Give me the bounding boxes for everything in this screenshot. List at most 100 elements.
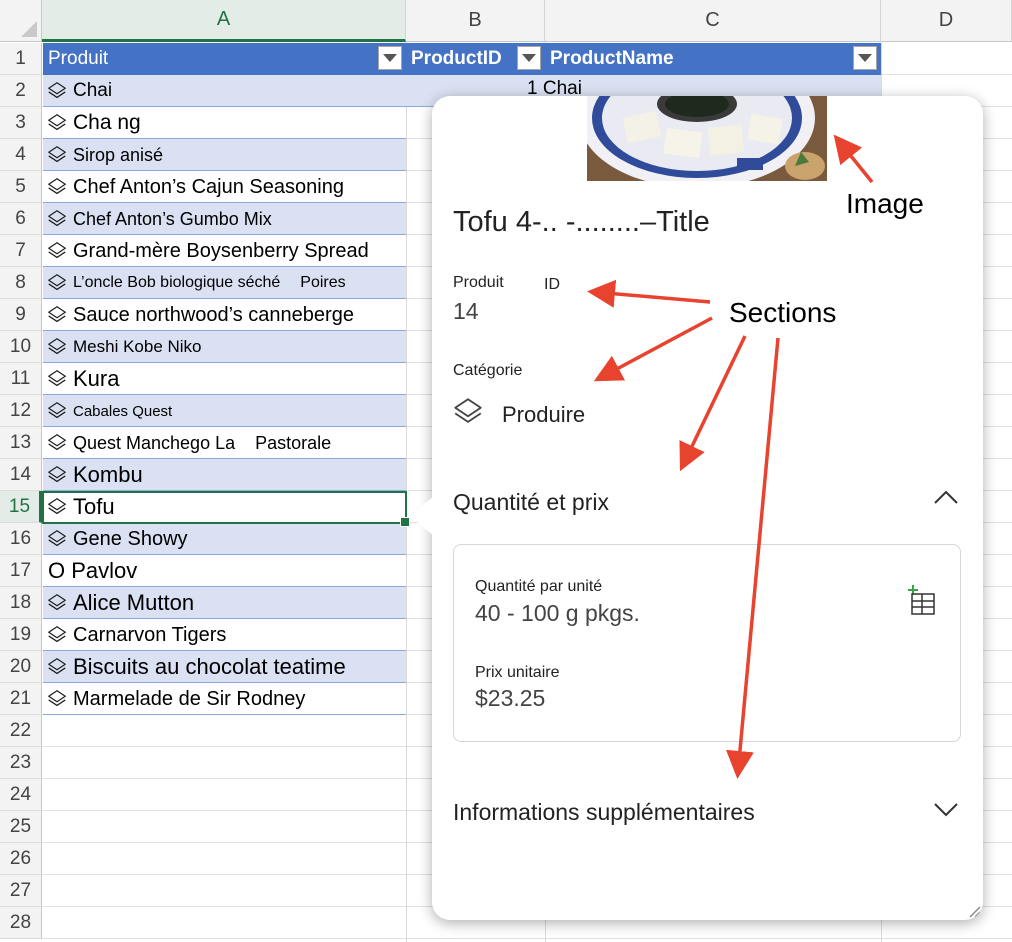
table-row[interactable]: Marmelade de Sir Rodney	[46, 683, 305, 715]
selected-cell-a15[interactable]	[42, 491, 410, 527]
annotation-image: Image	[846, 188, 924, 219]
row-header[interactable]: 11	[0, 363, 42, 395]
row-header[interactable]: 19	[0, 619, 42, 651]
row-header[interactable]: 9	[0, 299, 42, 331]
table-row[interactable]: Kombu	[46, 459, 143, 491]
table-row[interactable]: Chef Anton’s Gumbo Mix	[46, 203, 272, 235]
field-value-id: 14	[453, 298, 479, 324]
row-header[interactable]: 18	[0, 587, 42, 619]
field-label-produit: Produit	[453, 274, 504, 291]
row-header[interactable]: 4	[0, 139, 42, 171]
product-name: Alice Mutton	[73, 590, 195, 615]
table-row[interactable]: Grand-mère Boysenberry Spread	[46, 235, 369, 267]
product-name: Marmelade de Sir Rodney	[73, 687, 306, 710]
product-name: Cabales Quest	[73, 402, 173, 420]
row-header[interactable]: 16	[0, 523, 42, 555]
table-row[interactable]: Meshi Kobe Niko	[46, 331, 202, 363]
table-header-label: ProductName	[550, 48, 674, 69]
chevron-up-icon[interactable]	[932, 489, 960, 505]
layers-icon	[46, 464, 73, 486]
layers-icon	[46, 528, 73, 550]
row-header[interactable]: 24	[0, 779, 42, 811]
layers-icon	[46, 592, 73, 614]
table-header-produit[interactable]: Produit	[43, 43, 406, 75]
product-name: Meshi Kobe Niko	[73, 337, 202, 356]
layers-icon	[46, 624, 73, 646]
row-header[interactable]: 26	[0, 843, 42, 875]
layers-icon	[46, 176, 73, 198]
chevron-down-icon[interactable]	[932, 801, 960, 817]
table-row[interactable]: Cabales Quest	[46, 395, 172, 427]
resize-grip-icon[interactable]	[965, 902, 981, 918]
column-header-b[interactable]: B	[406, 0, 545, 42]
product-name: O Pavlov	[48, 558, 138, 583]
table-row[interactable]: Kura	[46, 363, 119, 395]
row-header[interactable]: 14	[0, 459, 42, 491]
column-header-c[interactable]: C	[545, 0, 881, 42]
table-row[interactable]: Biscuits au chocolat teatime	[46, 651, 346, 683]
select-all-corner[interactable]	[0, 0, 42, 42]
row-header[interactable]: 15	[0, 491, 42, 523]
layers-icon	[46, 144, 73, 166]
product-name: Biscuits au chocolat teatime	[73, 654, 346, 679]
row-header[interactable]: 25	[0, 811, 42, 843]
filter-dropdown-icon[interactable]	[517, 46, 541, 70]
product-name: L’oncle Bob biologique séché	[73, 274, 281, 291]
layers-icon	[46, 400, 73, 422]
section-header-quantite-prix[interactable]: Quantité et prix	[453, 489, 609, 516]
table-header-productname[interactable]: ProductName	[545, 43, 881, 75]
table-header-productid[interactable]: ProductID	[406, 43, 545, 75]
row-header[interactable]: 10	[0, 331, 42, 363]
table-row[interactable]: Sauce northwood’s canneberge	[46, 299, 354, 331]
annotation-sections: Sections	[729, 297, 837, 328]
quantite-prix-panel: Quantité par unité 40 - 100 g pkgs. Prix…	[453, 544, 961, 742]
row-header[interactable]: 28	[0, 907, 42, 939]
card-title: Tofu 4-.. -........–Title	[453, 206, 710, 238]
row-header[interactable]: 13	[0, 427, 42, 459]
row-header[interactable]: 8	[0, 267, 42, 299]
filter-dropdown-icon[interactable]	[378, 46, 402, 70]
column-header-a[interactable]: A	[42, 0, 406, 42]
layers-icon	[46, 112, 73, 134]
row-header[interactable]: 27	[0, 875, 42, 907]
product-name: Chef Anton’s Cajun Seasoning	[73, 175, 344, 198]
table-row[interactable]: Sirop anisé	[46, 139, 163, 171]
add-to-grid-icon[interactable]	[906, 584, 936, 616]
table-row[interactable]: Carnarvon Tigers	[46, 619, 226, 651]
table-row[interactable]: Gene Showy	[46, 523, 188, 555]
row-header[interactable]: 5	[0, 171, 42, 203]
layers-icon	[454, 398, 482, 423]
field-label-id: ID	[544, 276, 560, 293]
product-name: Chai	[73, 80, 113, 101]
table-row[interactable]: L’oncle Bob biologique séché Poires	[46, 267, 346, 299]
row-header[interactable]: 21	[0, 683, 42, 715]
column-header-d[interactable]: D	[881, 0, 1012, 42]
filter-dropdown-icon[interactable]	[853, 46, 877, 70]
layers-icon	[46, 240, 73, 262]
row-header[interactable]: 17	[0, 555, 42, 587]
product-name-extra: Pastorale	[255, 432, 332, 453]
row-header[interactable]: 23	[0, 747, 42, 779]
table-row[interactable]: Chef Anton’s Cajun Seasoning	[46, 171, 344, 203]
product-name: Grand-mère Boysenberry Spread	[73, 239, 369, 262]
row-header[interactable]: 22	[0, 715, 42, 747]
table-row[interactable]: Alice Mutton	[46, 587, 194, 619]
row-header[interactable]: 6	[0, 203, 42, 235]
layers-icon	[46, 688, 73, 710]
field-value-quantite: 40 - 100 g pkgs.	[475, 600, 640, 626]
row-header[interactable]: 2	[0, 75, 42, 107]
product-name: Sauce northwood’s canneberge	[73, 303, 354, 326]
row-header[interactable]: 7	[0, 235, 42, 267]
table-row[interactable]: Chai	[46, 75, 112, 107]
table-row[interactable]: O Pavlov	[48, 555, 137, 587]
table-row[interactable]: Cha ng	[46, 107, 141, 139]
product-name: Kombu	[73, 462, 143, 487]
row-header[interactable]: 20	[0, 651, 42, 683]
row-header[interactable]: 1	[0, 43, 42, 75]
table-row[interactable]: Quest Manchego La Pastorale	[46, 427, 331, 459]
section-header-informations[interactable]: Informations supplémentaires	[453, 799, 755, 826]
field-label-categorie: Catégorie	[453, 362, 523, 379]
product-name: Kura	[73, 366, 120, 391]
row-header[interactable]: 12	[0, 395, 42, 427]
row-header[interactable]: 3	[0, 107, 42, 139]
